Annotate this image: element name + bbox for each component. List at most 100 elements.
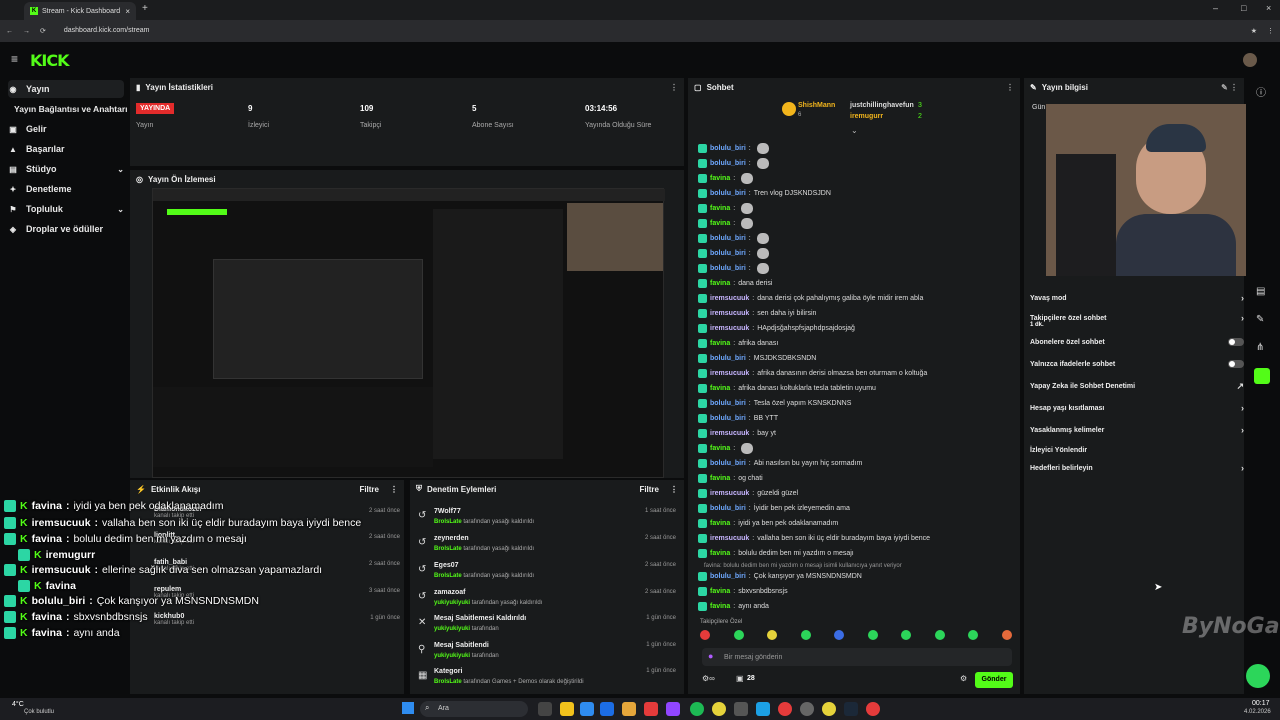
sidebar-item-droplar[interactable]: ◈ Droplar ve ödüller: [8, 220, 124, 238]
obs-icon[interactable]: [800, 702, 814, 716]
chat-username[interactable]: bolulu_biri: [710, 145, 746, 152]
chat-username[interactable]: favina: [710, 475, 730, 482]
more-icon[interactable]: ⋮: [390, 485, 398, 494]
edit-icon[interactable]: ✎ ⋮: [1221, 83, 1238, 92]
layout-icon[interactable]: ▤: [1256, 286, 1265, 297]
moderation-filter-button[interactable]: Filtre: [639, 485, 659, 494]
chrome-icon[interactable]: [712, 702, 726, 716]
send-button[interactable]: Gönder: [975, 672, 1013, 688]
chat-setting-row[interactable]: Yapay Zeka ile Sohbet Denetimi ↗: [1030, 378, 1244, 394]
chat-username[interactable]: iremsucuuk: [710, 295, 749, 302]
chat-username[interactable]: bolulu_biri: [710, 400, 746, 407]
chat-username[interactable]: favina: [710, 520, 730, 527]
chat-username[interactable]: favina: [710, 603, 730, 610]
top-gifter-name[interactable]: justchillinghavefun: [850, 102, 914, 109]
expand-icon[interactable]: ⌄: [851, 126, 858, 135]
hamburger-icon[interactable]: ≡: [11, 52, 18, 66]
chat-setting-row[interactable]: Yavaş mod ›: [1030, 290, 1244, 306]
chat-setting-row[interactable]: Yalnızca ifadelerle sohbet: [1030, 356, 1244, 372]
app-icon[interactable]: [756, 702, 770, 716]
spotify-icon[interactable]: [690, 702, 704, 716]
chat-setting-row[interactable]: Hedefleri belirleyin ›: [1030, 460, 1244, 476]
chat-username[interactable]: bolulu_biri: [710, 573, 746, 580]
reload-icon[interactable]: ⟳: [40, 27, 46, 35]
forward-icon[interactable]: →: [23, 28, 30, 35]
browser-tab[interactable]: K Stream - Kick Dashboard ×: [24, 2, 136, 20]
chat-username[interactable]: bolulu_biri: [710, 505, 746, 512]
emote-icon[interactable]: [934, 630, 945, 640]
clock-time[interactable]: 00:17: [1252, 700, 1270, 707]
close-window-icon[interactable]: ×: [1266, 3, 1271, 13]
app-icon[interactable]: [734, 702, 748, 716]
settings-link-icon[interactable]: ⚙∞: [702, 674, 715, 683]
more-icon[interactable]: ⋮: [1006, 83, 1014, 92]
emote-icon[interactable]: [867, 630, 878, 640]
chat-username[interactable]: favina: [710, 220, 730, 227]
chat-username[interactable]: favina: [710, 588, 730, 595]
close-tab-icon[interactable]: ×: [125, 7, 130, 16]
more-icon[interactable]: ⋮: [670, 83, 678, 92]
sidebar-item-denetleme[interactable]: ✦ Denetleme: [8, 180, 124, 198]
kick-logo[interactable]: KICK: [30, 51, 69, 70]
emote-icon[interactable]: [700, 630, 710, 640]
explorer-icon[interactable]: [560, 702, 574, 716]
chevron-right-icon[interactable]: ›: [1241, 463, 1244, 473]
chat-username[interactable]: bolulu_biri: [710, 355, 746, 362]
chevron-right-icon[interactable]: ›: [1241, 403, 1244, 413]
info-icon[interactable]: ⓘ: [1256, 84, 1266, 99]
chat-username[interactable]: bolulu_biri: [710, 250, 746, 257]
share-icon[interactable]: ⋔: [1256, 342, 1264, 353]
chat-username[interactable]: iremsucuuk: [710, 490, 749, 497]
sidebar-item-topluluk[interactable]: ⚑ Topluluk ⌄: [8, 200, 124, 218]
gear-icon[interactable]: ⚙: [960, 674, 967, 683]
chat-setting-row[interactable]: Takipçilere özel sohbet 1 dk. ›: [1030, 310, 1244, 328]
stream-preview-video[interactable]: [152, 188, 665, 478]
chat-bubble-icon[interactable]: [1246, 664, 1270, 688]
chevron-right-icon[interactable]: ›: [1241, 313, 1244, 323]
sidebar-item-gelir[interactable]: ▣ Gelir: [8, 120, 124, 138]
emote-icon[interactable]: [968, 630, 979, 640]
twitch-icon[interactable]: [666, 702, 680, 716]
more-icon[interactable]: ⋮: [670, 485, 678, 494]
emote-icon[interactable]: [800, 630, 811, 640]
chat-username[interactable]: bolulu_biri: [710, 265, 746, 272]
toggle-switch[interactable]: [1228, 360, 1244, 368]
app-icon[interactable]: [622, 702, 636, 716]
chat-username[interactable]: iremsucuuk: [710, 325, 749, 332]
taskbar-search[interactable]: Ara: [420, 701, 528, 717]
emote-icon[interactable]: [1001, 630, 1012, 640]
chrome-icon[interactable]: [822, 702, 836, 716]
chat-username[interactable]: bolulu_biri: [710, 160, 746, 167]
chat-username[interactable]: favina: [710, 445, 730, 452]
activity-filter-button[interactable]: Filtre: [359, 485, 379, 494]
chat-username[interactable]: bolulu_biri: [710, 415, 746, 422]
sidebar-item-basarilar[interactable]: ▲ Başarılar: [8, 140, 124, 158]
youtube-icon[interactable]: [644, 702, 658, 716]
emote-icon[interactable]: [733, 630, 744, 640]
new-tab-icon[interactable]: +: [142, 3, 148, 14]
chat-setting-row[interactable]: İzleyici Yönlendir: [1030, 442, 1244, 458]
chat-username[interactable]: iremsucuuk: [710, 430, 749, 437]
top-gifter-name[interactable]: iremugurr: [850, 113, 883, 120]
chat-username[interactable]: iremsucuuk: [710, 535, 749, 542]
chevron-right-icon[interactable]: ›: [1241, 293, 1244, 303]
sidebar-item-key[interactable]: Yayın Bağlantısı ve Anahtarı: [14, 100, 130, 118]
menu-dots-icon[interactable]: ⋮: [1267, 27, 1274, 35]
chat-setting-row[interactable]: Abonelere özel sohbet: [1030, 334, 1244, 350]
avatar[interactable]: [1243, 53, 1257, 67]
weather-temp[interactable]: 4°C: [12, 701, 24, 708]
sidebar-item-studyo[interactable]: ▤ Stüdyo ⌄: [8, 160, 124, 178]
url-field[interactable]: dashboard.kick.com/stream: [56, 23, 1241, 39]
chat-username[interactable]: bolulu_biri: [710, 460, 746, 467]
bookmark-star-icon[interactable]: ★: [1251, 27, 1257, 35]
external-link-icon[interactable]: ↗: [1236, 381, 1244, 392]
emote-icon[interactable]: [834, 630, 845, 640]
chat-username[interactable]: favina: [710, 280, 730, 287]
chat-input[interactable]: Bir mesaj gönderin: [702, 648, 1012, 666]
steam-icon[interactable]: [844, 702, 858, 716]
minimize-icon[interactable]: –: [1213, 3, 1218, 13]
chevron-right-icon[interactable]: ›: [1241, 425, 1244, 435]
top-gifter-name[interactable]: ShishMann: [798, 102, 835, 109]
app-icon[interactable]: [778, 702, 792, 716]
mic-icon[interactable]: ●: [708, 651, 713, 661]
